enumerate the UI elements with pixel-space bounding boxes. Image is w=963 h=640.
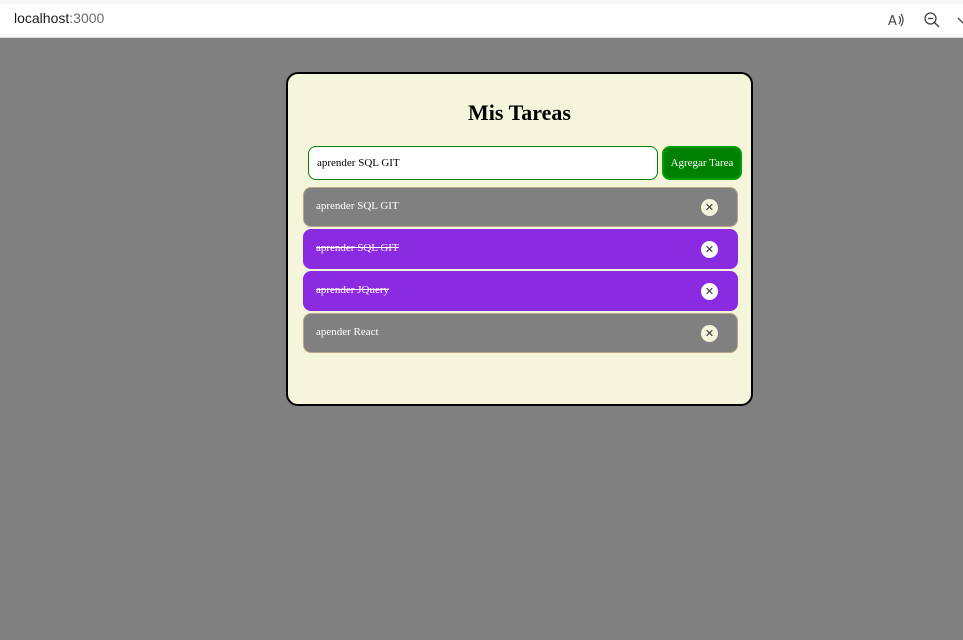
close-icon: ✕ (704, 201, 715, 214)
page-title: Mis Tareas (468, 100, 571, 125)
url-text[interactable]: localhost:3000 (14, 10, 104, 26)
url-port: :3000 (69, 10, 105, 26)
task-list: aprender SQL GIT ✕ aprender SQL GIT ✕ ap… (303, 187, 738, 355)
task-text[interactable]: aprender JQuery (316, 284, 389, 296)
svg-text:A: A (888, 14, 897, 29)
browser-toolbar: localhost:3000 A (0, 0, 963, 38)
task-text[interactable]: aprender SQL GIT (316, 242, 399, 254)
remove-task-button[interactable]: ✕ (701, 241, 718, 258)
url-host: localhost (14, 10, 70, 26)
task-item[interactable]: aprender JQuery ✕ (303, 271, 738, 311)
task-text[interactable]: aprender SQL GIT (316, 200, 399, 212)
address-bar[interactable]: localhost:3000 A (0, 4, 963, 34)
close-icon: ✕ (704, 285, 715, 298)
todo-card: Mis Tareas Agregar Tarea aprender SQL GI… (286, 72, 753, 406)
read-aloud-icon[interactable]: A (887, 11, 905, 29)
add-task-button[interactable]: Agregar Tarea (662, 146, 742, 180)
task-text[interactable]: apender React (316, 326, 379, 338)
zoom-out-icon[interactable] (923, 11, 941, 29)
remove-task-button[interactable]: ✕ (701, 283, 718, 300)
remove-task-button[interactable]: ✕ (701, 325, 718, 342)
task-item[interactable]: aprender SQL GIT ✕ (303, 187, 738, 227)
remove-task-button[interactable]: ✕ (701, 199, 718, 216)
task-item[interactable]: aprender SQL GIT ✕ (303, 229, 738, 269)
close-icon: ✕ (704, 243, 715, 256)
close-icon: ✕ (704, 327, 715, 340)
task-input[interactable] (308, 146, 658, 180)
task-item[interactable]: apender React ✕ (303, 313, 738, 353)
chevron-down-icon[interactable] (955, 11, 963, 29)
